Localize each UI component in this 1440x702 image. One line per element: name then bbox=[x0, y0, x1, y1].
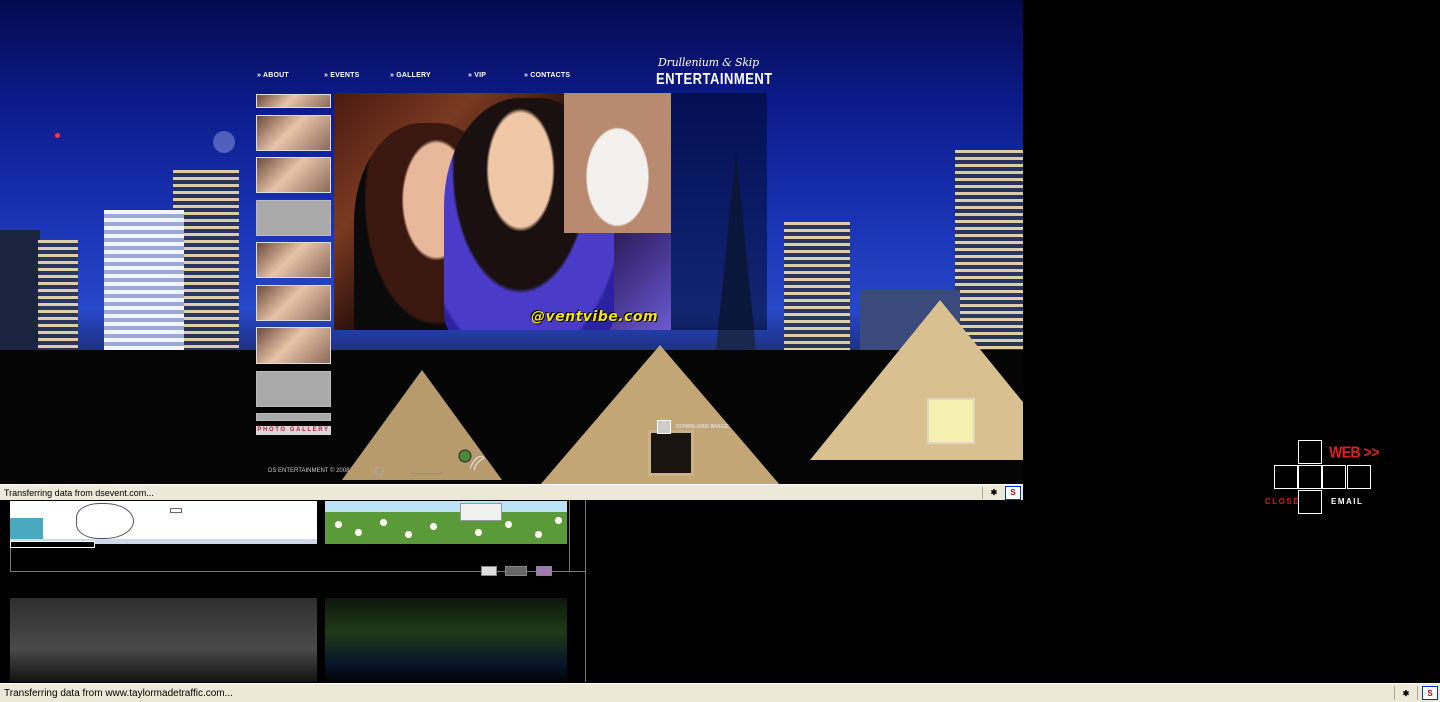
flower bbox=[380, 519, 387, 526]
status-text: Transferring data from www.taylormadetra… bbox=[4, 687, 233, 699]
gallery-thumb[interactable] bbox=[256, 413, 331, 421]
preview-tile[interactable] bbox=[325, 501, 567, 544]
status-text: Transferring data from dsevent.com... bbox=[4, 487, 154, 498]
spybot-icon: S bbox=[1005, 485, 1021, 500]
nav-cell-left[interactable] bbox=[1274, 465, 1298, 489]
frame-line bbox=[585, 500, 586, 682]
spyware-icon: ✱ bbox=[990, 488, 998, 497]
nav-vip[interactable]: » VIP bbox=[468, 72, 486, 79]
red-light bbox=[55, 133, 60, 138]
flower bbox=[505, 521, 512, 528]
house-window bbox=[927, 398, 975, 444]
moon bbox=[213, 131, 235, 153]
nav-contacts[interactable]: » CONTACTS bbox=[524, 72, 570, 79]
preview-tile[interactable] bbox=[10, 501, 317, 544]
status-separator bbox=[982, 486, 983, 499]
frame-line bbox=[10, 544, 11, 572]
view-button[interactable] bbox=[536, 566, 552, 576]
frame-line bbox=[569, 500, 570, 572]
flower bbox=[430, 523, 437, 530]
reflection-right bbox=[325, 598, 567, 682]
download-image-button[interactable]: DOWNLOAD IMAGE bbox=[657, 420, 729, 434]
nav-cell-far-right[interactable] bbox=[1347, 465, 1371, 489]
flower bbox=[355, 529, 362, 536]
tile-sky bbox=[325, 501, 567, 512]
status-separator bbox=[1417, 685, 1418, 701]
download-label: DOWNLOAD IMAGE bbox=[676, 424, 729, 430]
flower bbox=[555, 517, 562, 524]
logo-script: Drullenium & Skip bbox=[658, 56, 759, 69]
tile-blue-block bbox=[10, 518, 43, 539]
gallery-thumb[interactable] bbox=[256, 285, 331, 321]
tile-caption-bar bbox=[10, 541, 95, 548]
house-window bbox=[648, 430, 694, 476]
view-button[interactable] bbox=[505, 566, 527, 576]
house-roof bbox=[810, 300, 1023, 460]
person-back bbox=[564, 93, 671, 233]
frame-line bbox=[10, 571, 585, 572]
nav-events[interactable]: » EVENTS bbox=[324, 72, 359, 79]
gallery-thumb[interactable] bbox=[256, 200, 331, 236]
photo-watermark: @ventvibe.com bbox=[531, 309, 659, 325]
nav-about[interactable]: » ABOUT bbox=[257, 72, 289, 79]
dotted-divider bbox=[411, 473, 443, 474]
preview-reflection bbox=[10, 598, 567, 682]
web-link[interactable]: WEB >> bbox=[1329, 443, 1379, 461]
gallery-thumb[interactable] bbox=[256, 327, 331, 364]
status-separator bbox=[1394, 685, 1395, 701]
status-bar-bottom: Transferring data from www.taylormadetra… bbox=[0, 683, 1440, 702]
email-link[interactable]: EMAIL bbox=[1331, 497, 1363, 506]
logo-main: ENTERTAINMENT bbox=[656, 69, 773, 88]
building bbox=[0, 230, 40, 350]
flower bbox=[405, 531, 412, 538]
nav-cell-bottom[interactable] bbox=[1298, 490, 1322, 514]
nav-cell-center[interactable] bbox=[1298, 465, 1322, 489]
tile-sketch bbox=[76, 503, 134, 539]
building bbox=[38, 240, 78, 350]
building bbox=[104, 210, 184, 350]
status-bar-top: Transferring data from dsevent.com... ✱ … bbox=[0, 484, 1023, 500]
reflection-left bbox=[10, 598, 317, 682]
photo-gallery-label[interactable]: PHOTO GALLERY bbox=[256, 426, 331, 435]
gallery-thumb[interactable] bbox=[256, 157, 331, 193]
ds-logo-icon bbox=[458, 449, 486, 471]
tile-popup bbox=[460, 503, 502, 521]
close-link[interactable]: CLOSE bbox=[1265, 497, 1300, 506]
copyright: DS ENTERTAINMENT © 2008 bbox=[268, 468, 350, 474]
gallery-thumb[interactable] bbox=[256, 115, 331, 151]
flower bbox=[535, 531, 542, 538]
nav-cell-top[interactable] bbox=[1298, 440, 1322, 464]
flower bbox=[475, 529, 482, 536]
flower bbox=[335, 521, 342, 528]
gallery-thumb[interactable] bbox=[256, 94, 331, 108]
site-screenshot: » ABOUT » EVENTS » GALLERY » VIP » CONTA… bbox=[0, 0, 1023, 500]
gallery-thumb[interactable] bbox=[256, 371, 331, 407]
spybot-icon: S bbox=[1422, 686, 1438, 700]
download-icon bbox=[657, 420, 671, 434]
site-logo[interactable]: Drullenium & Skip ENTERTAINMENT bbox=[656, 56, 773, 88]
nav-gallery[interactable]: » GALLERY bbox=[390, 72, 431, 79]
gallery-thumb[interactable] bbox=[256, 242, 331, 278]
spyware-icon: ✱ bbox=[1402, 688, 1410, 698]
nav-cell-right[interactable] bbox=[1322, 465, 1346, 489]
main-photo bbox=[334, 93, 671, 330]
view-button[interactable] bbox=[481, 566, 497, 576]
tile-button bbox=[170, 508, 182, 513]
